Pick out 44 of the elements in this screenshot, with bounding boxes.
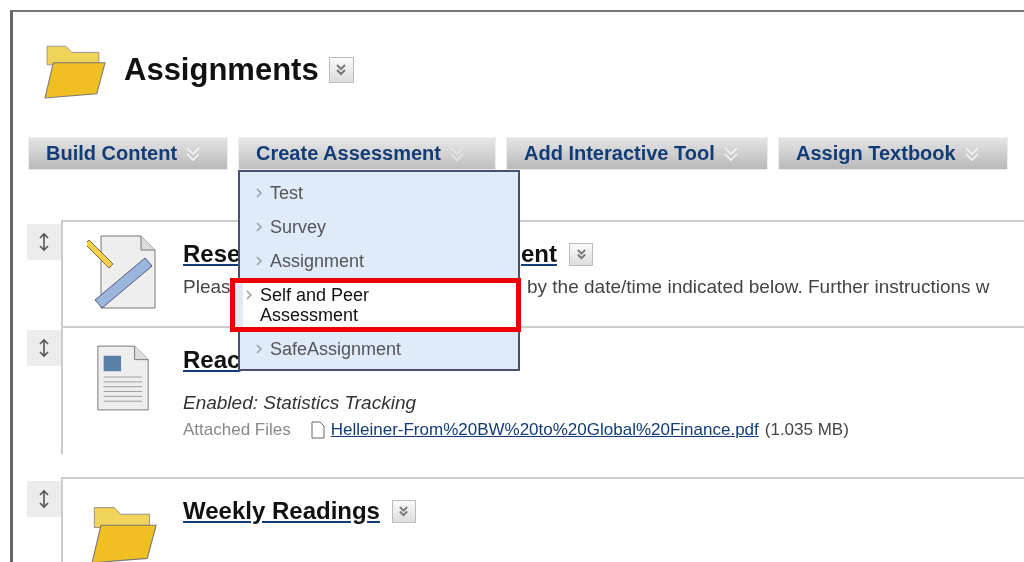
chevron-right-icon — [256, 256, 262, 266]
double-chevron-icon — [722, 145, 739, 162]
item-title-link[interactable]: Rese — [183, 240, 241, 267]
file-icon — [310, 421, 325, 439]
up-down-arrow-icon — [39, 338, 49, 358]
item-options-button[interactable] — [569, 242, 593, 266]
double-chevron-icon — [185, 145, 202, 162]
toolbar-menu-button[interactable]: Assign Textbook — [778, 137, 1008, 170]
drag-handle[interactable] — [27, 330, 61, 366]
double-chevron-icon — [398, 504, 410, 518]
document-ruler-pencil-icon — [87, 232, 159, 312]
item-description: Pleas — [183, 276, 231, 297]
menu-item[interactable]: Test — [240, 176, 518, 210]
chevron-right-icon — [256, 344, 262, 354]
file-size: (1.035 MB) — [764, 420, 849, 440]
attached-files-label: Attached Files — [183, 420, 291, 440]
options-button[interactable] — [328, 57, 354, 83]
item-options-button[interactable] — [391, 499, 416, 523]
double-chevron-icon — [575, 247, 587, 261]
toolbar-menu-button[interactable]: Build Content — [28, 137, 228, 170]
drag-handle[interactable] — [27, 481, 61, 517]
menu-item[interactable]: SafeAssignment — [240, 332, 518, 366]
chevron-right-icon — [256, 222, 262, 232]
item-description: by the date/time indicated below. Further instructions w — [527, 276, 990, 297]
item-title-link[interactable]: Reac — [183, 346, 241, 373]
chevron-right-icon — [246, 290, 252, 300]
up-down-arrow-icon — [39, 489, 49, 509]
drag-handle[interactable] — [27, 224, 61, 260]
menu-item[interactable]: Assignment — [240, 244, 518, 278]
chevron-right-icon — [256, 188, 262, 198]
toolbar-menu-button[interactable]: Create Assessment — [238, 137, 496, 170]
up-down-arrow-icon — [39, 232, 49, 252]
double-chevron-icon — [335, 63, 348, 77]
attachment-link[interactable]: Helleiner-From%20BW%20to%20Global%20Finance.pdf — [330, 420, 759, 440]
menu-item[interactable]: Self and Peer Assessment — [230, 278, 521, 332]
toolbar-menu-button[interactable]: Add Interactive Tool — [506, 137, 768, 170]
page-title: Assignments — [124, 52, 319, 88]
double-chevron-icon — [963, 145, 980, 162]
menu-item[interactable]: Survey — [240, 210, 518, 244]
document-icon — [94, 344, 152, 412]
item-status: Enabled: Statistics Tracking — [183, 392, 418, 414]
double-chevron-icon — [448, 145, 465, 162]
item-title-link[interactable]: ent — [521, 240, 557, 267]
item-title-link[interactable]: Weekly Readings — [183, 497, 380, 524]
